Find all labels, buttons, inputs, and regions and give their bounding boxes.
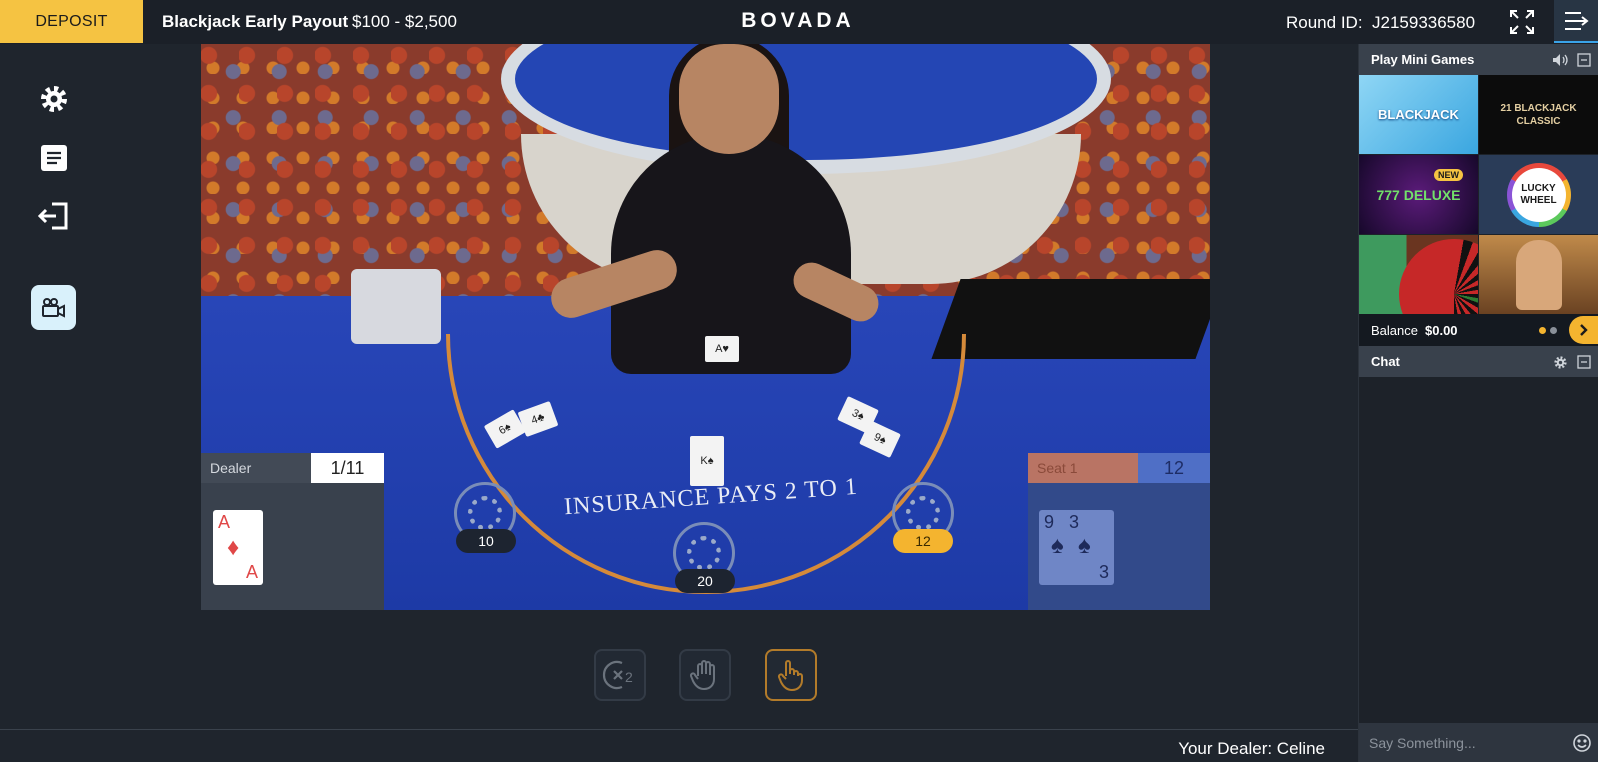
dealer-name: Your Dealer: Celine (1178, 739, 1325, 758)
video-camera-icon (41, 297, 65, 318)
mini-game-blackjack-classic-label: 21 BLACKJACK CLASSIC (1500, 102, 1577, 127)
new-badge: NEW (1434, 169, 1463, 181)
deposit-button[interactable]: DEPOSIT (0, 0, 143, 43)
chat-message-input[interactable] (1359, 723, 1564, 762)
footer-divider (0, 729, 1358, 730)
seat-card-1-rank: 9 (1044, 512, 1055, 532)
mini-games-title: Play Mini Games (1371, 52, 1475, 67)
chat-messages-area[interactable] (1359, 378, 1598, 726)
dealer-label: Dealer (201, 453, 311, 483)
mini-games-header: Play Mini Games (1359, 44, 1598, 75)
carousel-dot[interactable] (1550, 327, 1557, 334)
dealer-card: A ♦ A (213, 510, 263, 585)
double-x2-icon: 2 (602, 660, 633, 690)
mini-game-777-deluxe[interactable]: 777 DELUXE NEW (1359, 155, 1478, 234)
lucky-wheel-graphic: LUCKY WHEEL (1506, 162, 1571, 227)
dealer-face (679, 44, 779, 154)
mini-game-blackjack-label: BLACKJACK (1378, 107, 1459, 122)
seat-card-2: 3 ♠ 3 (1064, 510, 1114, 585)
chat-settings-gear-icon[interactable] (1551, 353, 1569, 371)
seat-card-2-rank: 3 (1069, 512, 1080, 532)
right-side-panel: Play Mini Games BLACKJACK 21 BLACKJACK C… (1358, 44, 1598, 762)
chevron-right-icon (1580, 324, 1588, 336)
balance-row: Balance $0.00 (1359, 314, 1598, 346)
table-limits: $100 - $2,500 (352, 12, 457, 31)
mini-game-777-deluxe-label: 777 DELUXE (1376, 186, 1461, 203)
video-camera-toggle[interactable] (31, 285, 76, 330)
dealer-card-rank-top: A (218, 512, 231, 532)
top-bar: DEPOSIT Blackjack Early Payout $100 - $2… (0, 0, 1598, 44)
seat-hand-panel: Seat 1 12 9 ♠ 3 ♠ 3 (1028, 453, 1210, 610)
chat-title: Chat (1371, 354, 1400, 369)
side-menu-button[interactable] (1554, 0, 1598, 43)
table-card-dealer: A♥ (705, 336, 739, 362)
seat-card-2-rank-bottom: 3 (1098, 562, 1109, 582)
balance-value: $0.00 (1425, 323, 1458, 338)
menu-arrow-icon (1565, 11, 1589, 30)
bet-amount-right: 12 (893, 529, 953, 553)
minimize-mini-games-icon[interactable] (1575, 51, 1593, 69)
mini-game-roulette[interactable] (1359, 235, 1478, 314)
svg-text:2: 2 (625, 669, 633, 685)
bet-amount-left: 10 (456, 529, 516, 553)
balance-label: Balance (1371, 323, 1418, 338)
stand-button[interactable] (679, 649, 731, 701)
card-shoe (931, 279, 1210, 359)
mini-game-blackjack-classic[interactable]: 21 BLACKJACK CLASSIC (1479, 75, 1598, 154)
settings-gear-icon[interactable] (36, 81, 72, 117)
brand-logo: BOVADA (741, 9, 855, 32)
minimize-chat-icon[interactable] (1575, 353, 1593, 371)
bet-amount-center: 20 (675, 569, 735, 593)
card-discard-holder (351, 269, 441, 344)
game-title: Blackjack Early Payout (162, 12, 349, 31)
sound-icon[interactable] (1551, 51, 1569, 69)
chat-header: Chat (1359, 346, 1598, 377)
mini-game-slot[interactable] (1479, 235, 1598, 314)
hit-pointing-hand-icon (777, 660, 803, 692)
emoji-button[interactable] (1564, 723, 1598, 762)
table-card-center: K♠ (690, 436, 724, 486)
round-id-label: Round ID: (1286, 13, 1363, 32)
mini-game-lucky-wheel[interactable]: LUCKY WHEEL (1479, 155, 1598, 234)
exit-lobby-icon[interactable] (36, 198, 72, 234)
fullscreen-icon[interactable] (1508, 8, 1536, 36)
slot-character-graphic (1515, 239, 1562, 310)
mini-game-lucky-wheel-label: LUCKY WHEEL (1511, 167, 1566, 222)
seat-card-2-suit: ♠ (1078, 532, 1091, 559)
seat-label: Seat 1 (1028, 453, 1138, 483)
seat-score: 12 (1138, 453, 1210, 483)
double-button[interactable]: 2 (594, 649, 646, 701)
mini-games-next-button[interactable] (1569, 316, 1598, 344)
dealer-hand-panel: Dealer 1/11 A ♦ A (201, 453, 384, 610)
hit-button[interactable] (765, 649, 817, 701)
stand-hand-icon (690, 660, 715, 691)
dealer-card-rank-bottom: A (245, 562, 258, 582)
carousel-dot-active[interactable] (1539, 327, 1546, 334)
emoji-smiley-icon (1572, 733, 1591, 752)
mini-game-blackjack[interactable]: BLACKJACK (1359, 75, 1478, 154)
round-id-value: J2159336580 (1372, 13, 1476, 32)
roulette-wheel-graphic (1399, 239, 1478, 314)
history-document-icon[interactable] (36, 140, 72, 176)
seat-card-1-suit: ♠ (1051, 532, 1064, 559)
dealer-card-suit: ♦ (227, 534, 240, 561)
dealer-score: 1/11 (311, 453, 384, 483)
